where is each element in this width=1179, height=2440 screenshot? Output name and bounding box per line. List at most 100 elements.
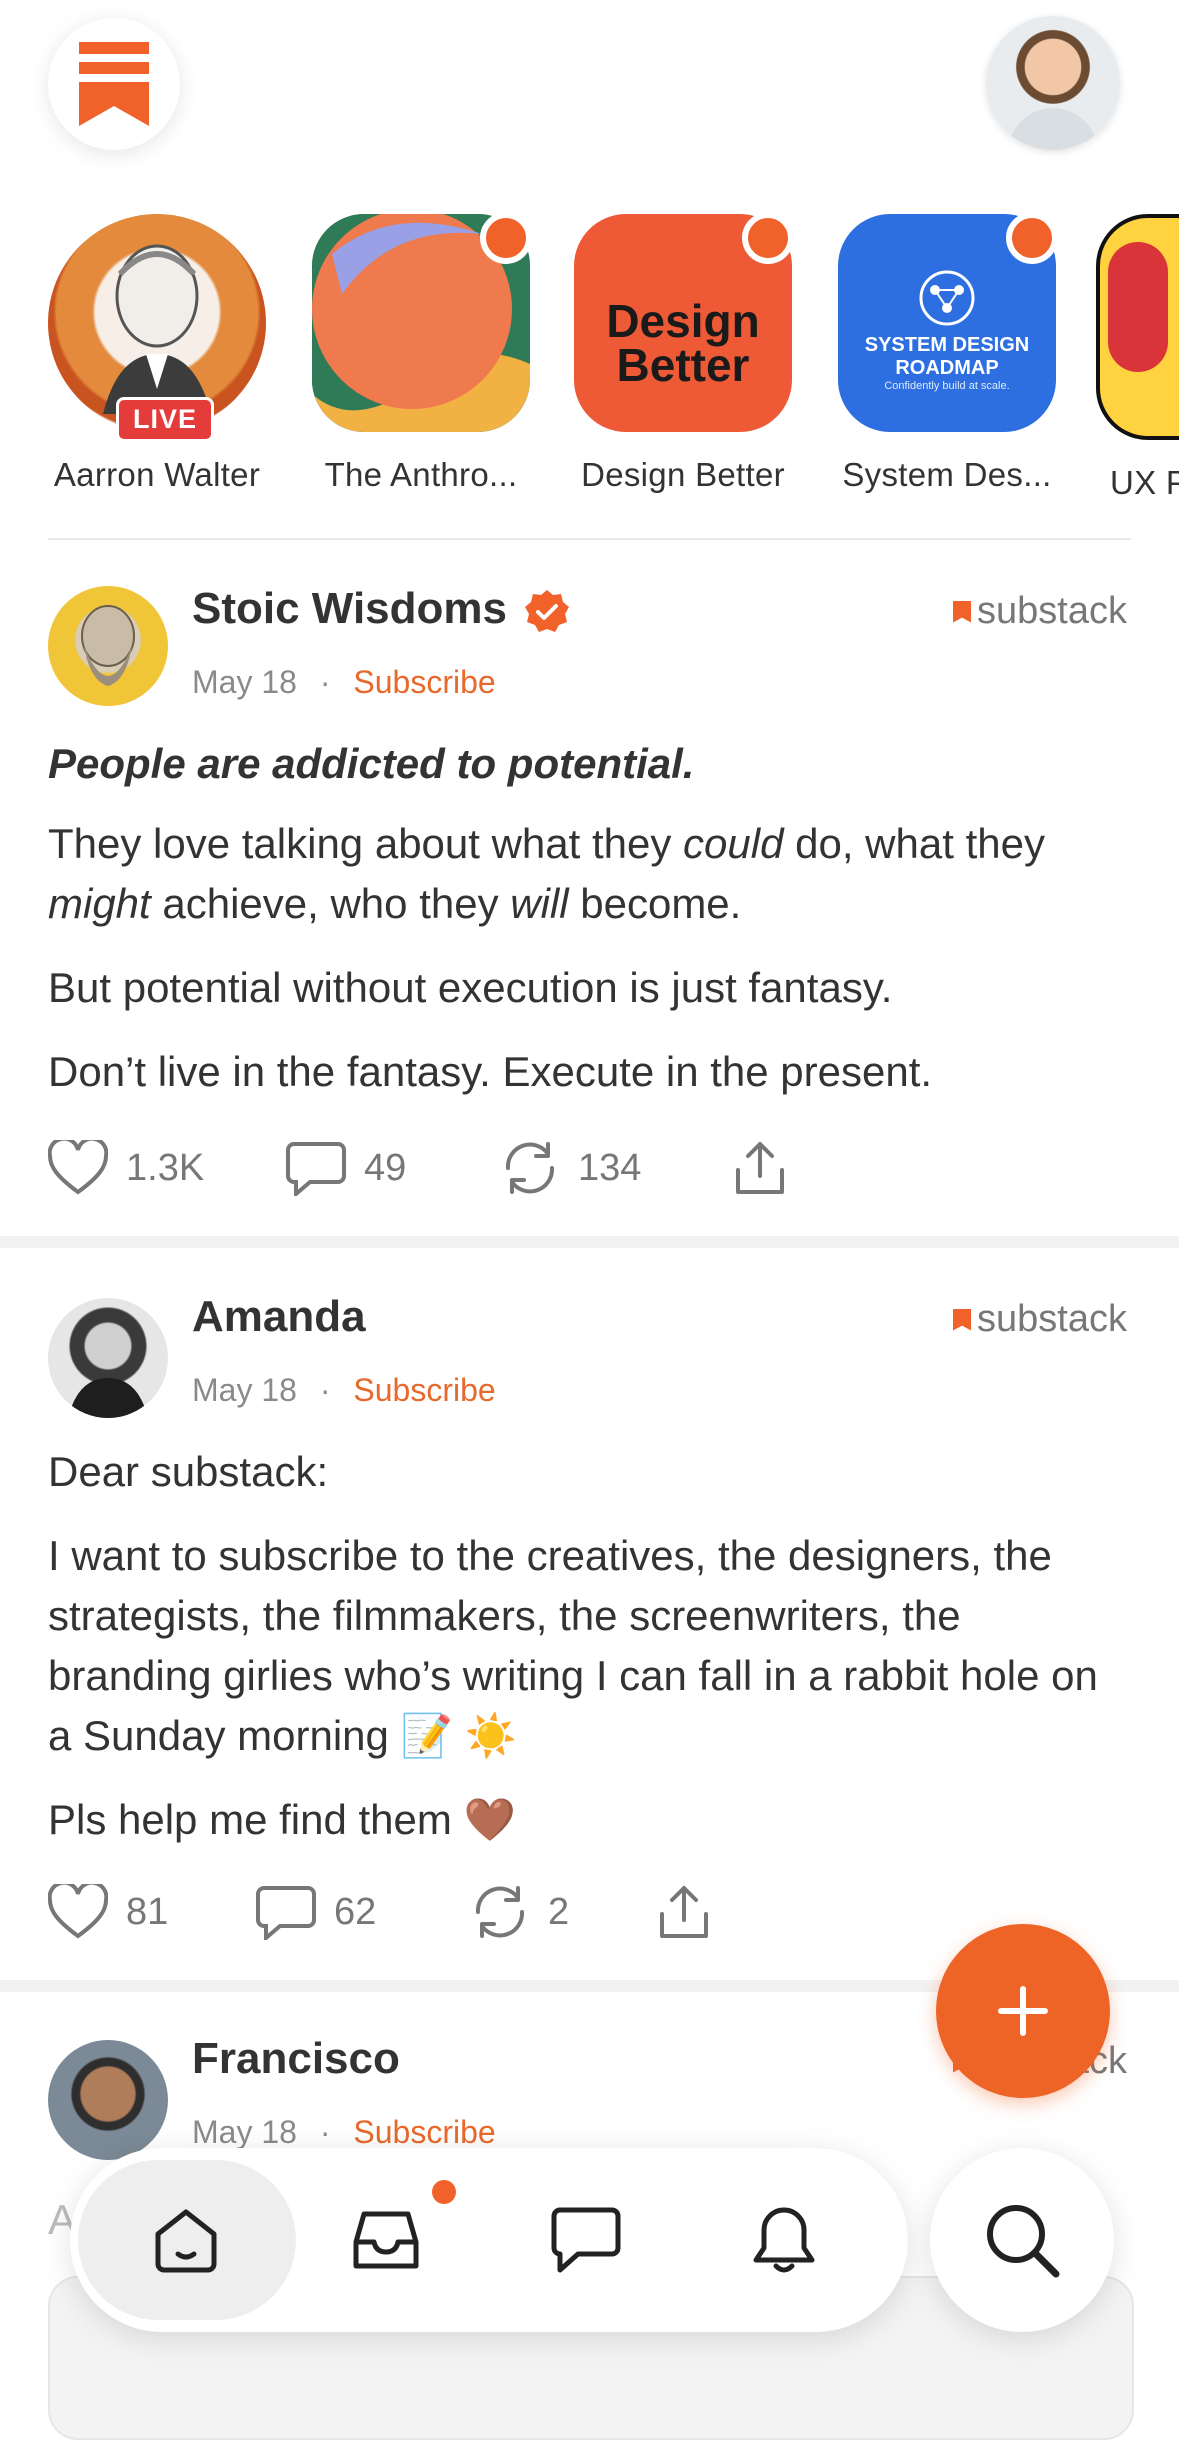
post-date: May 18 bbox=[192, 664, 297, 700]
like-button[interactable]: 81 bbox=[48, 1884, 256, 1940]
post-divider bbox=[0, 1236, 1179, 1248]
post-paragraph: Dear substack: bbox=[48, 1448, 329, 1495]
stories-divider bbox=[48, 538, 1131, 540]
nav-chat[interactable] bbox=[546, 2200, 626, 2280]
story-name: System Des... bbox=[842, 456, 1052, 493]
system-design-logo-line3: Confidently build at scale. bbox=[884, 380, 1010, 392]
live-badge: LIVE bbox=[116, 397, 215, 442]
story-name: The Anthro... bbox=[324, 456, 518, 493]
system-design-logo-line2: ROADMAP bbox=[895, 357, 999, 379]
story-anthro[interactable]: The Anthro... bbox=[306, 209, 536, 494]
post-paragraph: Pls help me find them 🤎 bbox=[48, 1796, 516, 1843]
story-avatar bbox=[312, 209, 532, 432]
inbox-icon bbox=[353, 2211, 419, 2269]
design-better-logo-line1: Design bbox=[606, 295, 760, 347]
amanda-avatar bbox=[68, 1378, 148, 1418]
share-icon bbox=[736, 1142, 784, 1194]
avatar-shirt bbox=[1008, 108, 1098, 150]
comment-icon bbox=[286, 1142, 346, 1196]
comment-icon bbox=[256, 1886, 316, 1940]
chat-icon bbox=[551, 2207, 621, 2273]
heart-icon bbox=[48, 1140, 108, 1195]
substack-bookmark-icon bbox=[79, 42, 149, 126]
substack-mini-logo-icon bbox=[953, 1308, 971, 1331]
post-actions: 81 62 2 bbox=[48, 1884, 712, 1940]
post-paragraph: I want to subscribe to the creatives, th… bbox=[48, 1532, 1098, 1759]
post-paragraph: Don’t live in the fantasy. Execute in th… bbox=[48, 1048, 933, 1095]
subscribe-link[interactable]: Subscribe bbox=[353, 664, 495, 700]
verified-badge-icon bbox=[525, 590, 569, 632]
meta-separator: · bbox=[319, 1372, 331, 1408]
design-better-logo-line2: Better bbox=[616, 339, 750, 391]
network-icon bbox=[919, 270, 975, 326]
share-icon bbox=[660, 1886, 708, 1938]
restack-count: 2 bbox=[548, 1890, 570, 1933]
new-post-dot bbox=[742, 212, 794, 264]
story-aarron-walter[interactable]: LIVE Aarron Walter bbox=[42, 214, 272, 494]
share-button[interactable] bbox=[656, 1884, 712, 1940]
story-avatar: LIVE bbox=[48, 214, 266, 442]
post-meta: May 18 · Subscribe bbox=[192, 1372, 496, 1409]
restack-icon bbox=[475, 1886, 525, 1938]
restack-button[interactable]: 2 bbox=[470, 1884, 656, 1940]
profile-avatar[interactable] bbox=[986, 16, 1120, 150]
substack-mini-logo-icon bbox=[953, 600, 971, 623]
subscribe-link[interactable]: Subscribe bbox=[353, 1372, 495, 1408]
post-headline: People are addicted to potential. bbox=[48, 740, 695, 787]
new-post-dot bbox=[1006, 212, 1058, 264]
subscribe-link[interactable]: Subscribe bbox=[353, 2114, 495, 2150]
post-meta: May 18 · Subscribe bbox=[192, 664, 496, 701]
post-author-name[interactable]: Amanda bbox=[192, 1292, 366, 1342]
nav-inbox[interactable] bbox=[346, 2200, 426, 2280]
new-post-dot bbox=[480, 212, 532, 264]
post-date: May 18 bbox=[192, 1372, 297, 1408]
restack-button[interactable]: 134 bbox=[500, 1140, 732, 1196]
post-actions: 1.3K 49 134 bbox=[48, 1140, 788, 1196]
post-author-name[interactable]: Francisco bbox=[192, 2034, 400, 2084]
post-author-avatar[interactable] bbox=[48, 586, 168, 706]
system-design-logo-line1: SYSTEM DESIGN bbox=[864, 334, 1030, 356]
home-icon bbox=[155, 2209, 217, 2273]
plus-icon bbox=[998, 1986, 1048, 2036]
new-post-button[interactable] bbox=[936, 1924, 1110, 2098]
story-system-design[interactable]: SYSTEM DESIGN ROADMAP Confidently build … bbox=[832, 212, 1062, 494]
story-name: UX P bbox=[1110, 464, 1179, 501]
comment-button[interactable]: 49 bbox=[286, 1140, 500, 1196]
nav-home[interactable] bbox=[146, 2200, 226, 2280]
restack-count: 134 bbox=[578, 1146, 642, 1189]
post-paragraph: But potential without execution is just … bbox=[48, 964, 893, 1011]
restack-icon bbox=[505, 1142, 555, 1194]
story-name: Aarron Walter bbox=[53, 456, 261, 493]
substack-brand: substack bbox=[953, 590, 1127, 633]
comment-count: 49 bbox=[364, 1146, 407, 1189]
story-ux-p[interactable]: UX P bbox=[1096, 214, 1179, 502]
story-avatar: SYSTEM DESIGN ROADMAP Confidently build … bbox=[838, 212, 1058, 432]
brand-label: substack bbox=[977, 590, 1127, 632]
post-paragraph: They love talking about what they could … bbox=[48, 820, 1045, 927]
inbox-unread-dot bbox=[432, 2180, 456, 2204]
comment-button[interactable]: 62 bbox=[256, 1884, 470, 1940]
share-button[interactable] bbox=[732, 1140, 788, 1196]
post-meta: May 18 · Subscribe bbox=[192, 2114, 496, 2151]
statue-avatar bbox=[81, 605, 135, 686]
like-button[interactable]: 1.3K bbox=[48, 1140, 286, 1196]
like-count: 81 bbox=[126, 1890, 169, 1933]
meta-separator: · bbox=[319, 2114, 331, 2150]
post-date: May 18 bbox=[192, 2114, 297, 2150]
story-avatar bbox=[1096, 214, 1179, 440]
substack-logo-button[interactable] bbox=[48, 18, 180, 150]
heart-icon bbox=[48, 1884, 108, 1939]
post-body: Dear substack: I want to subscribe to th… bbox=[48, 1442, 1128, 1874]
post-author-avatar[interactable] bbox=[48, 2040, 168, 2160]
comment-count: 62 bbox=[334, 1890, 377, 1933]
brand-label: substack bbox=[977, 1298, 1127, 1340]
nav-notifications[interactable] bbox=[744, 2200, 824, 2280]
story-avatar: Design Better bbox=[574, 212, 794, 432]
post-author-avatar[interactable] bbox=[48, 1298, 168, 1418]
bell-icon bbox=[753, 2207, 815, 2273]
like-count: 1.3K bbox=[126, 1146, 205, 1189]
story-name: Design Better bbox=[581, 456, 785, 493]
nav-search[interactable] bbox=[930, 2148, 1114, 2332]
story-design-better[interactable]: Design Better Design Better bbox=[568, 212, 798, 494]
post-author-name[interactable]: Stoic Wisdoms bbox=[192, 584, 507, 634]
